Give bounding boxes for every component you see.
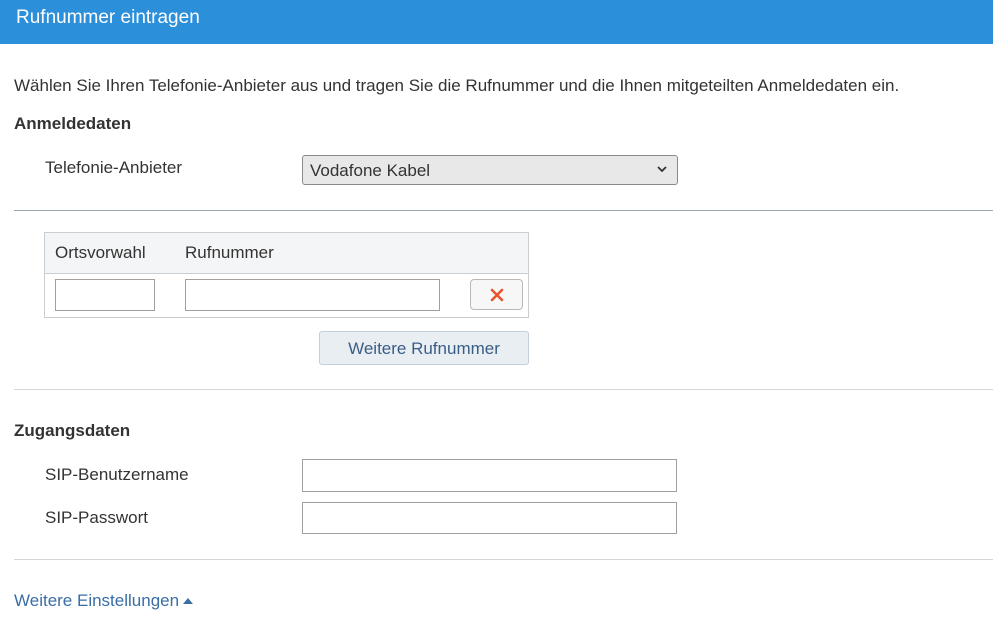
page-header: Rufnummer eintragen [0,0,993,44]
more-settings-label: Weitere Einstellungen [14,591,180,610]
numbers-table: Ortsvorwahl Rufnummer [44,232,529,318]
close-icon [490,288,504,302]
sip-username-label: SIP-Benutzername [45,465,189,484]
divider [14,210,993,211]
section-title-zugangsdaten: Zugangsdaten [14,421,131,440]
section-title-anmeldedaten: Anmeldedaten [14,114,132,133]
intro-text: Wählen Sie Ihren Telefonie-Anbieter aus … [14,76,900,95]
divider [14,389,993,390]
column-header-rufnummer: Rufnummer [185,243,274,262]
caret-up-icon [183,597,194,604]
provider-select[interactable]: Vodafone Kabel [302,155,678,185]
column-header-ortsvorwahl: Ortsvorwahl [55,243,146,262]
sip-username-input[interactable] [302,459,677,492]
sip-password-label: SIP-Passwort [45,508,148,527]
delete-row-button[interactable] [470,279,523,310]
rufnummer-input[interactable] [185,279,440,311]
table-header: Ortsvorwahl Rufnummer [45,233,528,274]
divider [14,559,993,560]
ortsvorwahl-input[interactable] [55,279,155,311]
chevron-down-icon [657,166,667,173]
more-settings-link[interactable]: Weitere Einstellungen [14,591,194,611]
provider-label: Telefonie-Anbieter [45,158,183,177]
provider-select-value: Vodafone Kabel [310,161,431,180]
add-number-button[interactable]: Weitere Rufnummer [319,331,529,365]
page-title: Rufnummer eintragen [16,7,200,28]
sip-password-input[interactable] [302,502,677,534]
